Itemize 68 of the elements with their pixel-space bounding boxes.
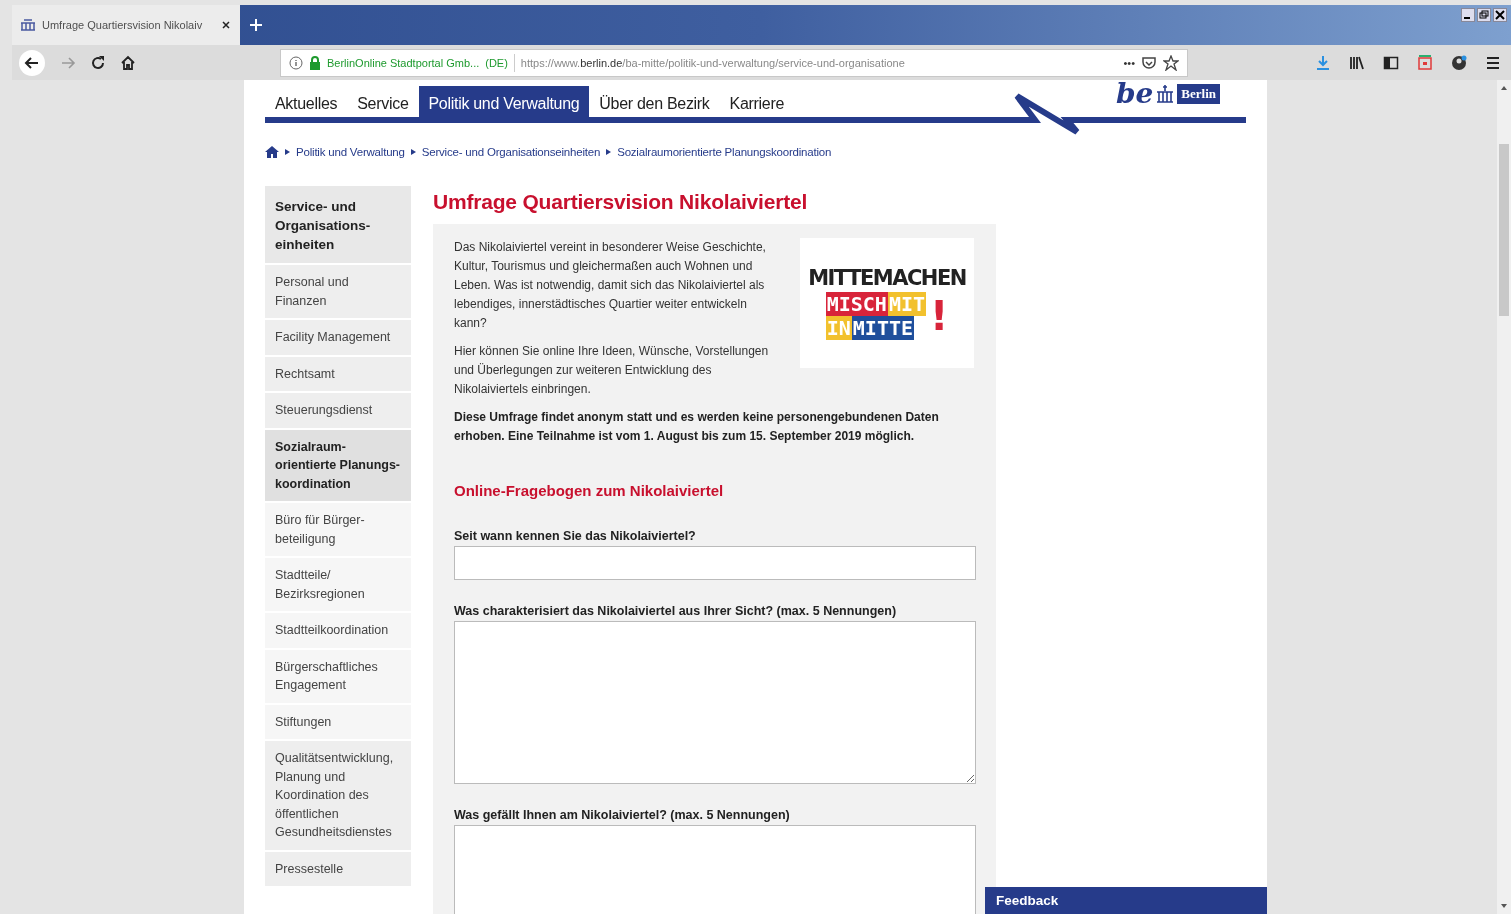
logo-headline: MITTEMACHEN [808, 266, 966, 290]
notice-paragraph: Diese Umfrage findet anonym statt und es werden keine personengebundenen Daten erhoben. Eine Teilnahme ist vom 1. August bis zum 15. September 2019 möglich. [454, 409, 940, 445]
breadcrumb-link[interactable]: Service- und Organisationseinheiten [421, 146, 601, 158]
sidebar-item[interactable]: Stadtteile/ Bezirksregionen [265, 556, 411, 611]
site-icon [20, 19, 36, 31]
logo-name[interactable]: Berlin [1177, 84, 1220, 104]
restore-icon[interactable] [1477, 8, 1491, 22]
sidebar-item[interactable]: Qualitätsentwicklung, Planung und Koordination des öffentlichen Gesundheitsdienstes [265, 739, 411, 850]
logo-word: MITTE [851, 316, 914, 340]
triangle-icon [410, 149, 416, 155]
info-icon[interactable] [289, 55, 303, 70]
browser-tab[interactable]: Umfrage Quartiersvision Nikolaiv [12, 5, 240, 45]
feedback-button[interactable]: Feedback [985, 887, 1267, 914]
nav-tab[interactable]: Service [347, 86, 419, 123]
home-icon[interactable] [120, 54, 136, 71]
logo-word: MISCH [825, 292, 888, 316]
question-label: Was gefällt Ihnen am Nikolaiviertel? (max. 5 Nennungen) [454, 808, 791, 822]
scrollbar[interactable] [1497, 80, 1511, 914]
address-bar[interactable]: BerlinOnline Stadtportal Gmb... (DE) https://www.berlin.de/ba-mitte/politik-und-verwaltung/service-und-organisatione ••• [280, 48, 1188, 77]
question-label: Was charakterisiert das Nikolaiviertel aus Ihrer Sicht? (max. 5 Nennungen) [454, 604, 898, 618]
gate-icon [1155, 84, 1176, 104]
pocket-icon[interactable] [1141, 54, 1157, 71]
logo-word: MIT [887, 292, 927, 316]
breadcrumb-link[interactable]: Politik und Verwaltung [296, 146, 405, 158]
logo-mark: ! [930, 293, 949, 339]
sidebar-item[interactable]: Rechtsamt [265, 354, 411, 391]
logo-text[interactable]: be [1115, 80, 1154, 108]
sidebar-heading[interactable]: Service- und Organisations-einheiten [265, 186, 411, 263]
nav-tab[interactable]: Karriere [719, 86, 795, 123]
sidebar-item[interactable]: Büro für Bürger-beteiligung [265, 501, 411, 556]
minimize-icon[interactable] [1461, 8, 1475, 22]
page-title: Umfrage Quartiersvision Nikolaiviertel [433, 190, 809, 214]
triangle-icon [606, 149, 612, 155]
logo-word: IN [825, 316, 852, 340]
form-title: Online-Fragebogen zum Nikolaiviertel [454, 482, 725, 499]
breadcrumb-link[interactable]: Sozialraumorientierte Planungskoordination [617, 146, 832, 158]
url-text: https://www.berlin.de/ba-mitte/politik-und-verwaltung/service-und-organisatione [520, 56, 906, 69]
back-icon[interactable] [18, 48, 46, 77]
sidebar-item[interactable]: Stiftungen [265, 702, 411, 739]
nav-tab[interactable]: Aktuelles [265, 86, 348, 123]
intro-paragraph: Hier können Sie online Ihre Ideen, Wünsche, Vorstellungen und Überlegungen zur weiteren Entwicklung des Nikolaiviertels einbringen. [454, 343, 770, 398]
triangle-icon [285, 149, 290, 155]
reload-icon[interactable] [90, 54, 106, 71]
star-icon[interactable] [1163, 54, 1179, 71]
sidebar-icon[interactable] [1383, 54, 1399, 71]
container-icon[interactable] [1417, 54, 1433, 71]
sidebar-item[interactable]: Stadtteilkoordination [265, 611, 411, 648]
lock-icon [309, 55, 321, 70]
intro-paragraph: Das Nikolaiviertel vereint in besonderer Weise Geschichte, Kultur, Tourismus und gleichermaßen auch Wohnen und Leben. Was ist notwendig, damit sich das Nikolaiviertel als lebendiges, innerstädtisches Quartier weiter entwickeln kann? [454, 239, 767, 332]
plus-icon[interactable] [248, 17, 264, 33]
page-actions-button[interactable]: ••• [1123, 56, 1135, 69]
sidebar-item[interactable]: Steuerungsdienst [265, 391, 411, 428]
nav-tab[interactable]: Über den Bezirk [589, 86, 720, 123]
account-icon[interactable] [1451, 54, 1467, 71]
close-icon[interactable] [220, 19, 232, 31]
sidebar-item[interactable]: Sozialraum-orientierte Planungs-koordination [265, 427, 411, 501]
sidebar-item[interactable]: Personal und Finanzen [265, 263, 411, 318]
sidebar-item[interactable]: Pressestelle [265, 849, 411, 886]
library-icon[interactable] [1349, 54, 1365, 71]
input-field[interactable] [454, 546, 976, 580]
question-label: Seit wann kennen Sie das Nikolaiviertel? [454, 529, 697, 543]
site-country: (DE) [485, 56, 508, 69]
home-icon[interactable] [265, 146, 279, 158]
close-icon[interactable] [1493, 8, 1507, 22]
sidebar-item[interactable]: Facility Management [265, 318, 411, 355]
menu-icon[interactable] [1485, 54, 1501, 71]
site-identity: BerlinOnline Stadtportal Gmb... [327, 56, 480, 69]
sidebar-item[interactable]: Bürgerschaftliches Engagement [265, 647, 411, 703]
